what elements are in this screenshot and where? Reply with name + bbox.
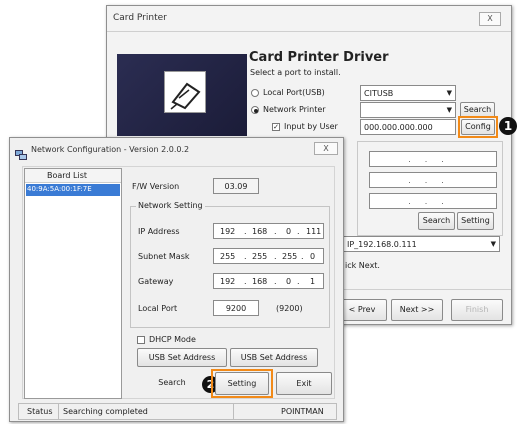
finish-button[interactable]: Finish	[451, 299, 503, 321]
local-port-field[interactable]: 9200	[213, 300, 259, 316]
ip-address-label: IP Address	[138, 227, 180, 236]
local-port-label: Local Port(USB)	[263, 88, 325, 97]
prev-button[interactable]: < Prev	[337, 299, 387, 321]
subnet-mask-label: Subnet Mask	[138, 252, 190, 261]
step-1-marker: 1	[499, 117, 517, 135]
gateway-dot: .	[297, 277, 300, 286]
fw-version-field: 03.09	[213, 178, 259, 194]
printer-banner	[117, 54, 247, 136]
gateway-octet-1: 192	[220, 277, 236, 286]
driver-subheading: Select a port to install.	[250, 68, 341, 77]
subnet-octet-2: 255	[252, 252, 268, 261]
gateway-octet-4: 1	[310, 277, 316, 286]
subnet-mask-field[interactable]: 255 . 255 . 255 . 0	[213, 248, 324, 264]
title-divider	[107, 31, 511, 32]
subnet-octet-1: 255	[220, 252, 236, 261]
status-value: Searching completed	[63, 407, 148, 416]
next-button[interactable]: Next >>	[391, 299, 443, 321]
config-button[interactable]: Config	[461, 119, 495, 135]
subnet-dot: .	[301, 252, 304, 261]
port-select-value: IP_192.168.0.111	[347, 240, 417, 249]
chevron-down-icon: ▼	[490, 240, 496, 248]
gateway-octet-3: 0	[286, 277, 292, 286]
group-search-button[interactable]: Search	[418, 212, 455, 230]
network-printer-select[interactable]: ▼	[360, 102, 456, 118]
network-printer-label: Network Printer	[263, 105, 326, 114]
local-port-label: Local Port	[138, 304, 178, 313]
port-select[interactable]: IP_192.168.0.111 ▼	[343, 236, 500, 252]
chevron-down-icon: ▼	[446, 106, 452, 114]
dhcp-mode-checkbox[interactable]	[137, 336, 145, 344]
ip-octet-4: 111	[306, 227, 322, 236]
subnet-dot: .	[244, 252, 247, 261]
ip-octet-1: 192	[220, 227, 236, 236]
board-list-header: Board List	[25, 169, 121, 183]
input-by-user-field[interactable]: 000.000.000.000	[360, 119, 456, 135]
empty-ip-field-1[interactable]: ...	[369, 151, 497, 167]
list-item[interactable]: 40:9A:5A:00:1F:7E	[26, 184, 120, 196]
ip-dot: .	[297, 227, 300, 236]
status-right: POINTMAN	[281, 407, 324, 416]
ip-dot: .	[244, 227, 247, 236]
usb-set-address-button-1[interactable]: USB Set Address	[137, 348, 227, 367]
ip-octet-3: 0	[286, 227, 292, 236]
local-port-default: (9200)	[276, 304, 303, 313]
dhcp-mode-label: DHCP Mode	[149, 335, 196, 344]
status-divider	[58, 404, 59, 419]
status-divider	[233, 404, 234, 419]
local-port-select[interactable]: CITUSB ▼	[360, 85, 456, 101]
setting-button[interactable]: Setting	[215, 372, 269, 395]
subnet-octet-4: 0	[310, 252, 316, 261]
network-app-icon	[15, 145, 27, 160]
board-list[interactable]: Board List 40:9A:5A:00:1F:7E	[24, 168, 122, 399]
printer-icon	[164, 71, 206, 113]
subnet-octet-3: 255	[282, 252, 298, 261]
card-printer-title: Card Printer	[113, 13, 167, 23]
board-mac-address: 40:9A:5A:00:1F:7E	[27, 185, 92, 193]
ip-octet-2: 168	[252, 227, 268, 236]
ip-dot: .	[274, 227, 277, 236]
search-button[interactable]: Search	[142, 372, 202, 396]
fw-version-label: F/W Version	[132, 182, 180, 191]
empty-ip-field-3[interactable]: ...	[369, 193, 497, 209]
network-config-title: Network Configuration - Version 2.0.0.2	[31, 145, 190, 154]
card-printer-close-button[interactable]: X	[479, 12, 501, 26]
input-by-user-checkbox[interactable]: ✓	[272, 123, 280, 131]
subnet-dot: .	[274, 252, 277, 261]
gateway-dot: .	[274, 277, 277, 286]
usb-set-address-button-2[interactable]: USB Set Address	[230, 348, 318, 367]
network-config-window: Network Configuration - Version 2.0.0.2 …	[9, 137, 344, 422]
network-config-close-button[interactable]: X	[314, 142, 338, 155]
driver-heading: Card Printer Driver	[249, 50, 389, 65]
empty-ip-field-2[interactable]: ...	[369, 172, 497, 188]
network-printer-radio[interactable]	[251, 106, 259, 114]
network-setting-legend: Network Setting	[136, 201, 205, 210]
status-label: Status	[27, 407, 53, 416]
status-bar: Status Searching completed POINTMAN	[18, 403, 337, 420]
board-list-header-label: Board List	[47, 171, 88, 180]
gateway-label: Gateway	[138, 277, 174, 286]
ip-address-field[interactable]: 192 . 168 . 0 . 111	[213, 223, 324, 239]
next-hint: ick Next.	[345, 261, 380, 270]
input-by-user-label: Input by User	[284, 122, 338, 131]
gateway-dot: .	[244, 277, 247, 286]
chevron-down-icon: ▼	[446, 89, 452, 97]
gateway-octet-2: 168	[252, 277, 268, 286]
group-setting-button[interactable]: Setting	[457, 212, 494, 230]
exit-button[interactable]: Exit	[276, 372, 332, 395]
gateway-field[interactable]: 192 . 168 . 0 . 1	[213, 273, 324, 289]
local-port-radio[interactable]	[251, 89, 259, 97]
local-port-value: CITUSB	[364, 89, 394, 98]
